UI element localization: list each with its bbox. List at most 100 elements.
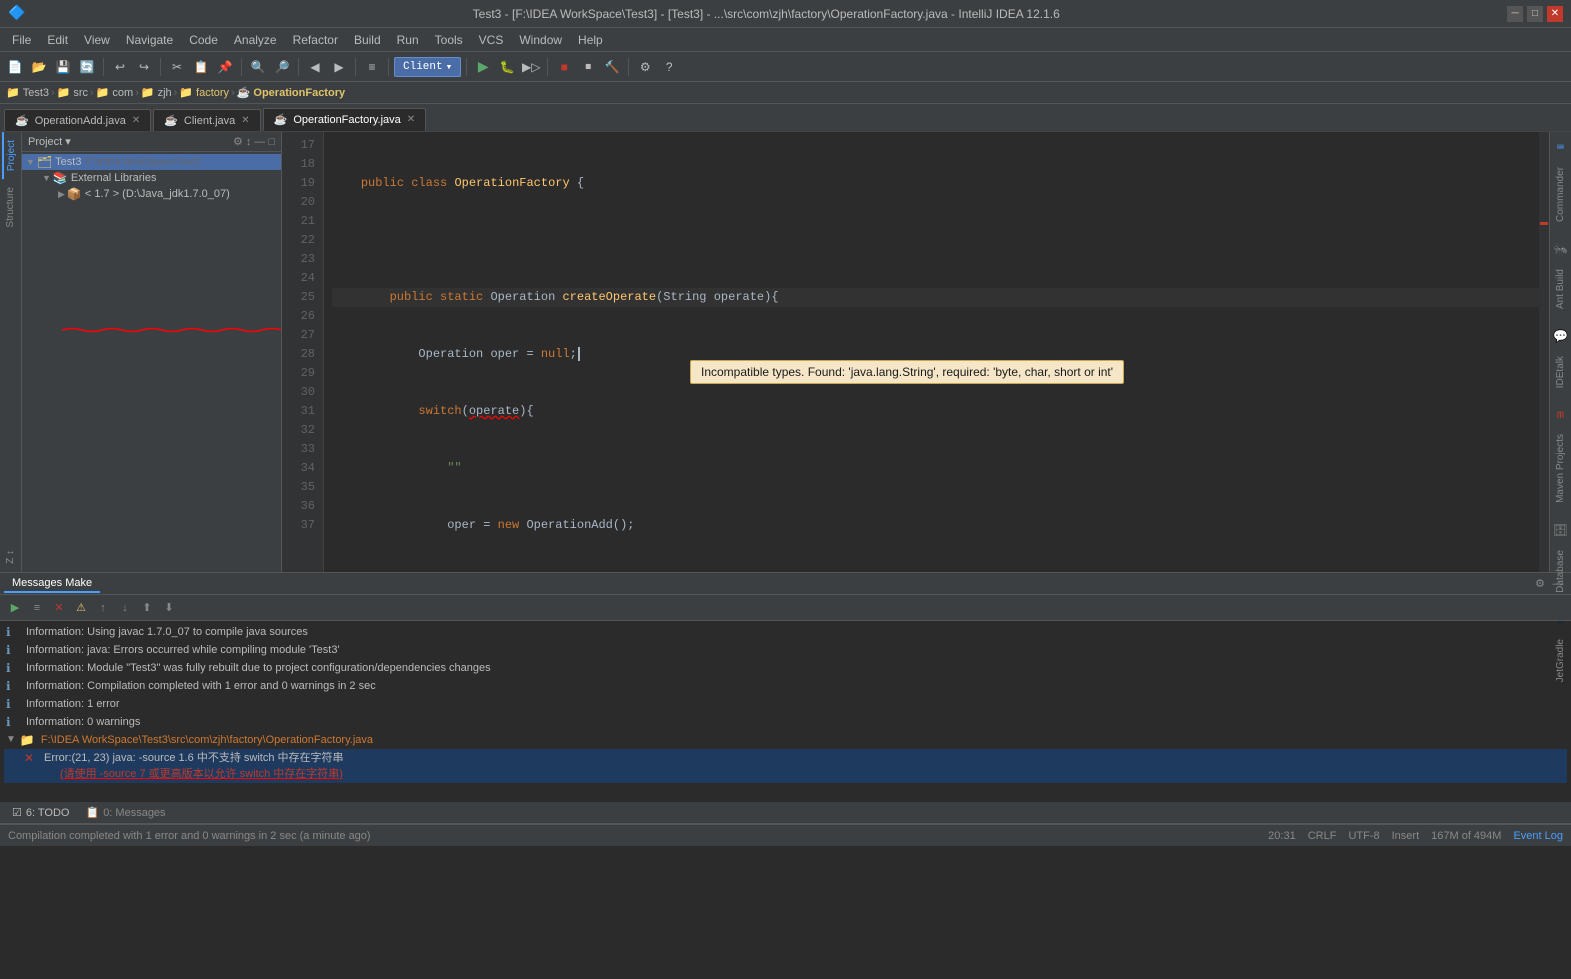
run-make-btn[interactable]: ▶ — [6, 599, 24, 617]
tab-close-add[interactable]: ✕ — [132, 115, 140, 126]
find-button[interactable]: 🔍 — [247, 56, 269, 78]
warning-nav-btn[interactable]: ⚠ — [72, 599, 90, 617]
tree-item-test3[interactable]: ▼ 🗂 Test3 F:\IDEA WorkSpace\Test3 — [22, 154, 281, 170]
tab-operation-add[interactable]: ☕ OperationAdd.java ✕ — [4, 109, 151, 131]
error-nav-btn[interactable]: ✕ — [50, 599, 68, 617]
bottom-settings-btn[interactable]: ⚙ — [1531, 575, 1549, 593]
project-tab[interactable]: Project — [2, 132, 19, 179]
run-coverage-button[interactable]: ▶▷ — [520, 56, 542, 78]
right-tab-maven[interactable]: Maven Projects — [1553, 426, 1568, 511]
scroll-up-btn[interactable]: ↑ — [94, 599, 112, 617]
scroll-down2-btn[interactable]: ⬇ — [160, 599, 178, 617]
tab-close-client[interactable]: ✕ — [241, 115, 249, 126]
maven-icon[interactable]: m — [1557, 408, 1564, 422]
tree-arrow-jdk[interactable]: ▶ — [58, 189, 65, 200]
msg-line-2[interactable]: ℹ Information: java: Errors occurred whi… — [4, 641, 1567, 659]
breadcrumb-test3[interactable]: 📁 Test3 — [6, 86, 49, 99]
tab-operation-factory[interactable]: ☕ OperationFactory.java ✕ — [263, 108, 427, 131]
menu-edit[interactable]: Edit — [39, 31, 76, 49]
msg-line-7[interactable]: ▼ 📁 F:\IDEA WorkSpace\Test3\src\com\zjh\… — [4, 731, 1567, 749]
structure-tab[interactable]: Structure — [3, 179, 18, 236]
sidebar-settings-btn[interactable]: ⚙ — [233, 135, 243, 148]
sidebar-expand-btn[interactable]: □ — [268, 135, 275, 148]
menu-window[interactable]: Window — [511, 31, 570, 49]
save-button[interactable]: 💾 — [52, 56, 74, 78]
right-tab-idetalk[interactable]: IDEtalk — [1553, 348, 1568, 396]
redo-button[interactable]: ↪ — [133, 56, 155, 78]
run-config-selector[interactable]: Client ▾ — [394, 57, 461, 77]
paste-button[interactable]: 📌 — [214, 56, 236, 78]
menu-file[interactable]: File — [4, 31, 39, 49]
menu-refactor[interactable]: Refactor — [285, 31, 346, 49]
breadcrumb-src[interactable]: 📁 src — [57, 86, 88, 99]
tree-item-jdk[interactable]: ▶ 📦 < 1.7 > (D:\Java_jdk1.7.0_07) — [22, 186, 281, 202]
msg-line-5[interactable]: ℹ Information: 1 error — [4, 695, 1567, 713]
file-encoding[interactable]: UTF-8 — [1348, 830, 1379, 842]
stop-all-button[interactable]: ⏹ — [577, 56, 599, 78]
menu-analyze[interactable]: Analyze — [226, 31, 285, 49]
stop-button[interactable]: ■ — [553, 56, 575, 78]
right-tab-commander[interactable]: Commander — [1553, 159, 1568, 230]
right-tab-database[interactable]: Database — [1553, 542, 1568, 601]
database-icon[interactable]: 🗄 — [1553, 523, 1568, 538]
z-tab[interactable]: Z ↕ — [3, 542, 18, 572]
folder-expand-7[interactable]: ▼ — [6, 732, 16, 748]
menu-help[interactable]: Help — [570, 31, 611, 49]
menu-build[interactable]: Build — [346, 31, 389, 49]
maximize-button[interactable]: □ — [1527, 6, 1543, 22]
insert-mode[interactable]: Insert — [1392, 830, 1420, 842]
breadcrumb-com[interactable]: 📁 com — [96, 86, 133, 99]
build-button[interactable]: 🔨 — [601, 56, 623, 78]
debug-button[interactable]: 🐛 — [496, 56, 518, 78]
memory-indicator[interactable]: 167M of 494M — [1431, 830, 1501, 842]
right-tab-gradle[interactable]: JetGradle — [1553, 631, 1568, 690]
scroll-up2-btn[interactable]: ⬆ — [138, 599, 156, 617]
line-ending[interactable]: CRLF — [1308, 830, 1337, 842]
msg-line-1[interactable]: ℹ Information: Using javac 1.7.0_07 to c… — [4, 623, 1567, 641]
commander-icon[interactable]: ⌨ — [1557, 140, 1564, 155]
menu-run[interactable]: Run — [389, 31, 427, 49]
sidebar-scroll-btn[interactable]: ↕ — [246, 135, 252, 148]
event-log-link[interactable]: Event Log — [1513, 830, 1563, 842]
menu-view[interactable]: View — [76, 31, 118, 49]
cursor-position[interactable]: 20:31 — [1268, 830, 1296, 842]
menu-tools[interactable]: Tools — [427, 31, 471, 49]
sync-button[interactable]: 🔄 — [76, 56, 98, 78]
minimize-button[interactable]: ─ — [1507, 6, 1523, 22]
idetalk-icon[interactable]: 💬 — [1553, 329, 1568, 344]
next-button[interactable]: ▶ — [328, 56, 350, 78]
open-button[interactable]: 📂 — [28, 56, 50, 78]
structure-button[interactable]: ≡ — [361, 56, 383, 78]
copy-button[interactable]: 📋 — [190, 56, 212, 78]
todo-tab[interactable]: ☑ 6: TODO — [4, 804, 77, 821]
menu-vcs[interactable]: VCS — [471, 31, 512, 49]
messages-tab[interactable]: 📋 0: Messages — [77, 804, 173, 821]
breadcrumb-factory[interactable]: 📁 factory — [179, 86, 229, 99]
msg-line-8[interactable]: ✕ Error:(21, 23) java: -source 1.6 中不支持 … — [4, 749, 1567, 783]
tree-arrow-test3[interactable]: ▼ — [26, 157, 35, 167]
tree-arrow-ext-libs[interactable]: ▼ — [42, 173, 51, 183]
ant-icon[interactable]: 🐜 — [1553, 242, 1568, 257]
breadcrumb-zjh[interactable]: 📁 zjh — [141, 86, 172, 99]
right-tab-ant[interactable]: Ant Build — [1553, 261, 1568, 317]
cut-button[interactable]: ✂ — [166, 56, 188, 78]
make-all-btn[interactable]: ≡ — [28, 599, 46, 617]
settings-button[interactable]: ⚙ — [634, 56, 656, 78]
tab-close-factory[interactable]: ✕ — [407, 114, 415, 125]
undo-button[interactable]: ↩ — [109, 56, 131, 78]
code-editor[interactable]: 17 18 19 20 21 22 23 24 25 26 27 28 29 3… — [282, 132, 1549, 572]
menu-code[interactable]: Code — [181, 31, 226, 49]
prev-button[interactable]: ◀ — [304, 56, 326, 78]
close-button[interactable]: ✕ — [1547, 6, 1563, 22]
scroll-down-btn[interactable]: ↓ — [116, 599, 134, 617]
breadcrumb-file[interactable]: ☕ OperationFactory — [237, 86, 345, 99]
tab-client[interactable]: ☕ Client.java ✕ — [153, 109, 260, 131]
msg-line-6[interactable]: ℹ Information: 0 warnings — [4, 713, 1567, 731]
msg-line-4[interactable]: ℹ Information: Compilation completed wit… — [4, 677, 1567, 695]
code-content[interactable]: public class OperationFactory { public s… — [324, 132, 1549, 572]
help-tb-button[interactable]: ? — [658, 56, 680, 78]
sidebar-hide-btn[interactable]: — — [254, 135, 265, 148]
tree-item-ext-libs[interactable]: ▼ 📚 External Libraries — [22, 170, 281, 186]
messages-make-tab[interactable]: Messages Make — [4, 575, 100, 593]
new-project-button[interactable]: 📄 — [4, 56, 26, 78]
